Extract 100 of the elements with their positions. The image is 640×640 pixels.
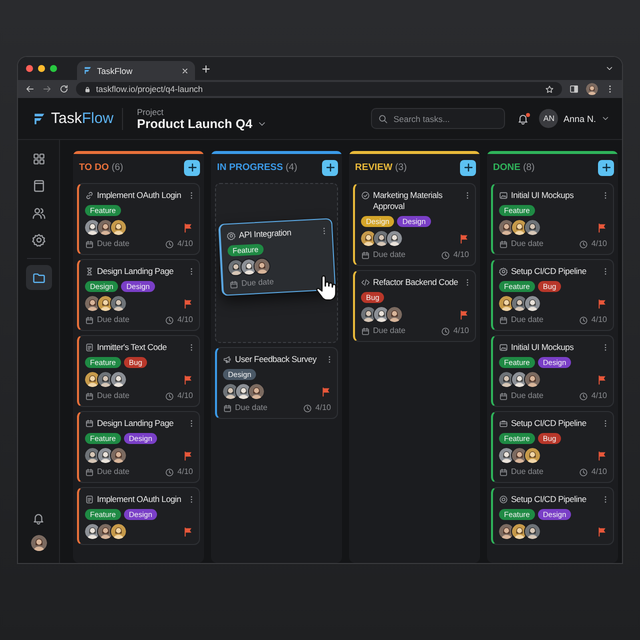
search-icon — [378, 114, 388, 124]
calendar-icon — [223, 404, 232, 412]
zoom-window-button[interactable] — [50, 65, 57, 72]
avatar — [499, 296, 514, 311]
doc-icon — [85, 495, 94, 504]
avatar — [241, 259, 257, 275]
reload-icon[interactable] — [59, 84, 69, 94]
card-title: Setup CI/CD Pipeline — [511, 418, 588, 429]
calendar-icon — [499, 392, 508, 400]
clock-icon — [441, 326, 450, 336]
avatar — [111, 524, 126, 539]
avatar — [387, 231, 402, 246]
avatar — [85, 296, 100, 311]
team-icon — [32, 206, 46, 220]
image-icon — [499, 343, 508, 352]
avatar — [223, 384, 238, 399]
calendar-icon — [499, 468, 508, 476]
minimize-window-button[interactable] — [38, 65, 45, 72]
star-icon[interactable] — [545, 84, 554, 94]
add-card-button[interactable] — [184, 160, 200, 176]
avatar — [254, 258, 270, 274]
progress-count: 4/10 — [453, 250, 469, 260]
card-title: Marketing Materials Approval — [373, 190, 444, 212]
user-name[interactable]: Anna N. — [563, 114, 596, 124]
avatar — [361, 231, 376, 246]
due-date: Due date — [97, 315, 130, 325]
clock-icon — [303, 404, 312, 412]
board-icon — [32, 178, 46, 192]
close-icon[interactable] — [181, 66, 189, 74]
avatar — [512, 296, 527, 311]
due-date: Due date — [511, 239, 544, 249]
doc-icon — [85, 343, 94, 352]
progress-count: 4/10 — [177, 391, 193, 401]
back-icon[interactable] — [25, 84, 35, 94]
avatar — [98, 220, 113, 235]
search-field[interactable]: Search tasks... — [371, 108, 506, 129]
add-card-button[interactable] — [460, 160, 476, 176]
logo-text: TaskFlow — [51, 110, 114, 127]
briefcase-icon — [499, 419, 508, 428]
project-name[interactable]: Product Launch Q4 — [137, 116, 252, 130]
column-title: TO DO (6) — [79, 162, 124, 173]
tab-list-icon[interactable] — [605, 64, 614, 73]
forward-icon[interactable] — [42, 84, 52, 94]
avatar — [499, 448, 514, 463]
avatar — [98, 372, 113, 387]
progress-count: 4/10 — [315, 403, 331, 413]
due-date: Due date — [511, 391, 544, 401]
column-title: DONE (8) — [493, 162, 535, 173]
avatar — [111, 372, 126, 387]
chevron-down-icon[interactable] — [601, 114, 610, 123]
avatar — [249, 384, 264, 399]
avatar — [387, 307, 402, 322]
project-label: Project — [137, 106, 164, 116]
avatar — [85, 372, 100, 387]
target-icon — [499, 495, 508, 504]
calendar-icon — [85, 316, 94, 324]
calendar-icon — [361, 250, 370, 260]
card-title: Design Landing Page — [97, 266, 175, 277]
megaphone-icon — [223, 355, 232, 364]
link-icon — [85, 191, 94, 200]
progress-count: 4/10 — [177, 467, 193, 477]
bell-icon[interactable] — [32, 512, 45, 525]
add-card-button[interactable] — [598, 160, 614, 176]
avatar — [85, 524, 100, 539]
side-panel-icon[interactable] — [569, 84, 579, 94]
close-window-button[interactable] — [26, 65, 33, 72]
progress-count: 4/10 — [453, 326, 469, 336]
logo-icon — [32, 112, 46, 126]
avatar — [98, 524, 113, 539]
avatar — [111, 448, 126, 463]
user-initials[interactable]: AN — [539, 109, 558, 128]
avatar — [586, 83, 598, 95]
hourglass-icon — [85, 267, 94, 276]
browser-tab[interactable]: TaskFlow — [77, 61, 195, 80]
card-title: API Integration — [238, 226, 292, 241]
calendar-icon — [229, 280, 239, 290]
due-date: Due date — [373, 250, 406, 260]
address-bar[interactable]: taskflow.io/project/q4-launch — [76, 82, 562, 96]
due-date: Due date — [511, 467, 544, 477]
sidebar-item[interactable] — [26, 265, 52, 290]
check-icon — [361, 191, 370, 200]
clock-icon — [441, 250, 450, 260]
avatar — [525, 372, 540, 387]
bell-icon[interactable] — [517, 112, 530, 124]
avatar — [236, 384, 251, 399]
clock-icon — [579, 316, 588, 324]
folder-icon — [32, 270, 46, 284]
new-tab-icon[interactable] — [201, 64, 211, 74]
plus-icon — [600, 162, 612, 173]
avatar — [30, 535, 46, 551]
calendar-icon — [85, 240, 94, 248]
card-title: User Feedback Survey — [235, 354, 318, 365]
calendar-icon — [85, 468, 94, 476]
plus-icon — [186, 162, 198, 173]
clock-icon — [165, 468, 174, 476]
avatar — [512, 524, 527, 539]
gear-icon — [226, 231, 236, 241]
add-card-button[interactable] — [322, 160, 338, 176]
avatar — [228, 260, 244, 276]
due-date: Due date — [511, 315, 544, 325]
